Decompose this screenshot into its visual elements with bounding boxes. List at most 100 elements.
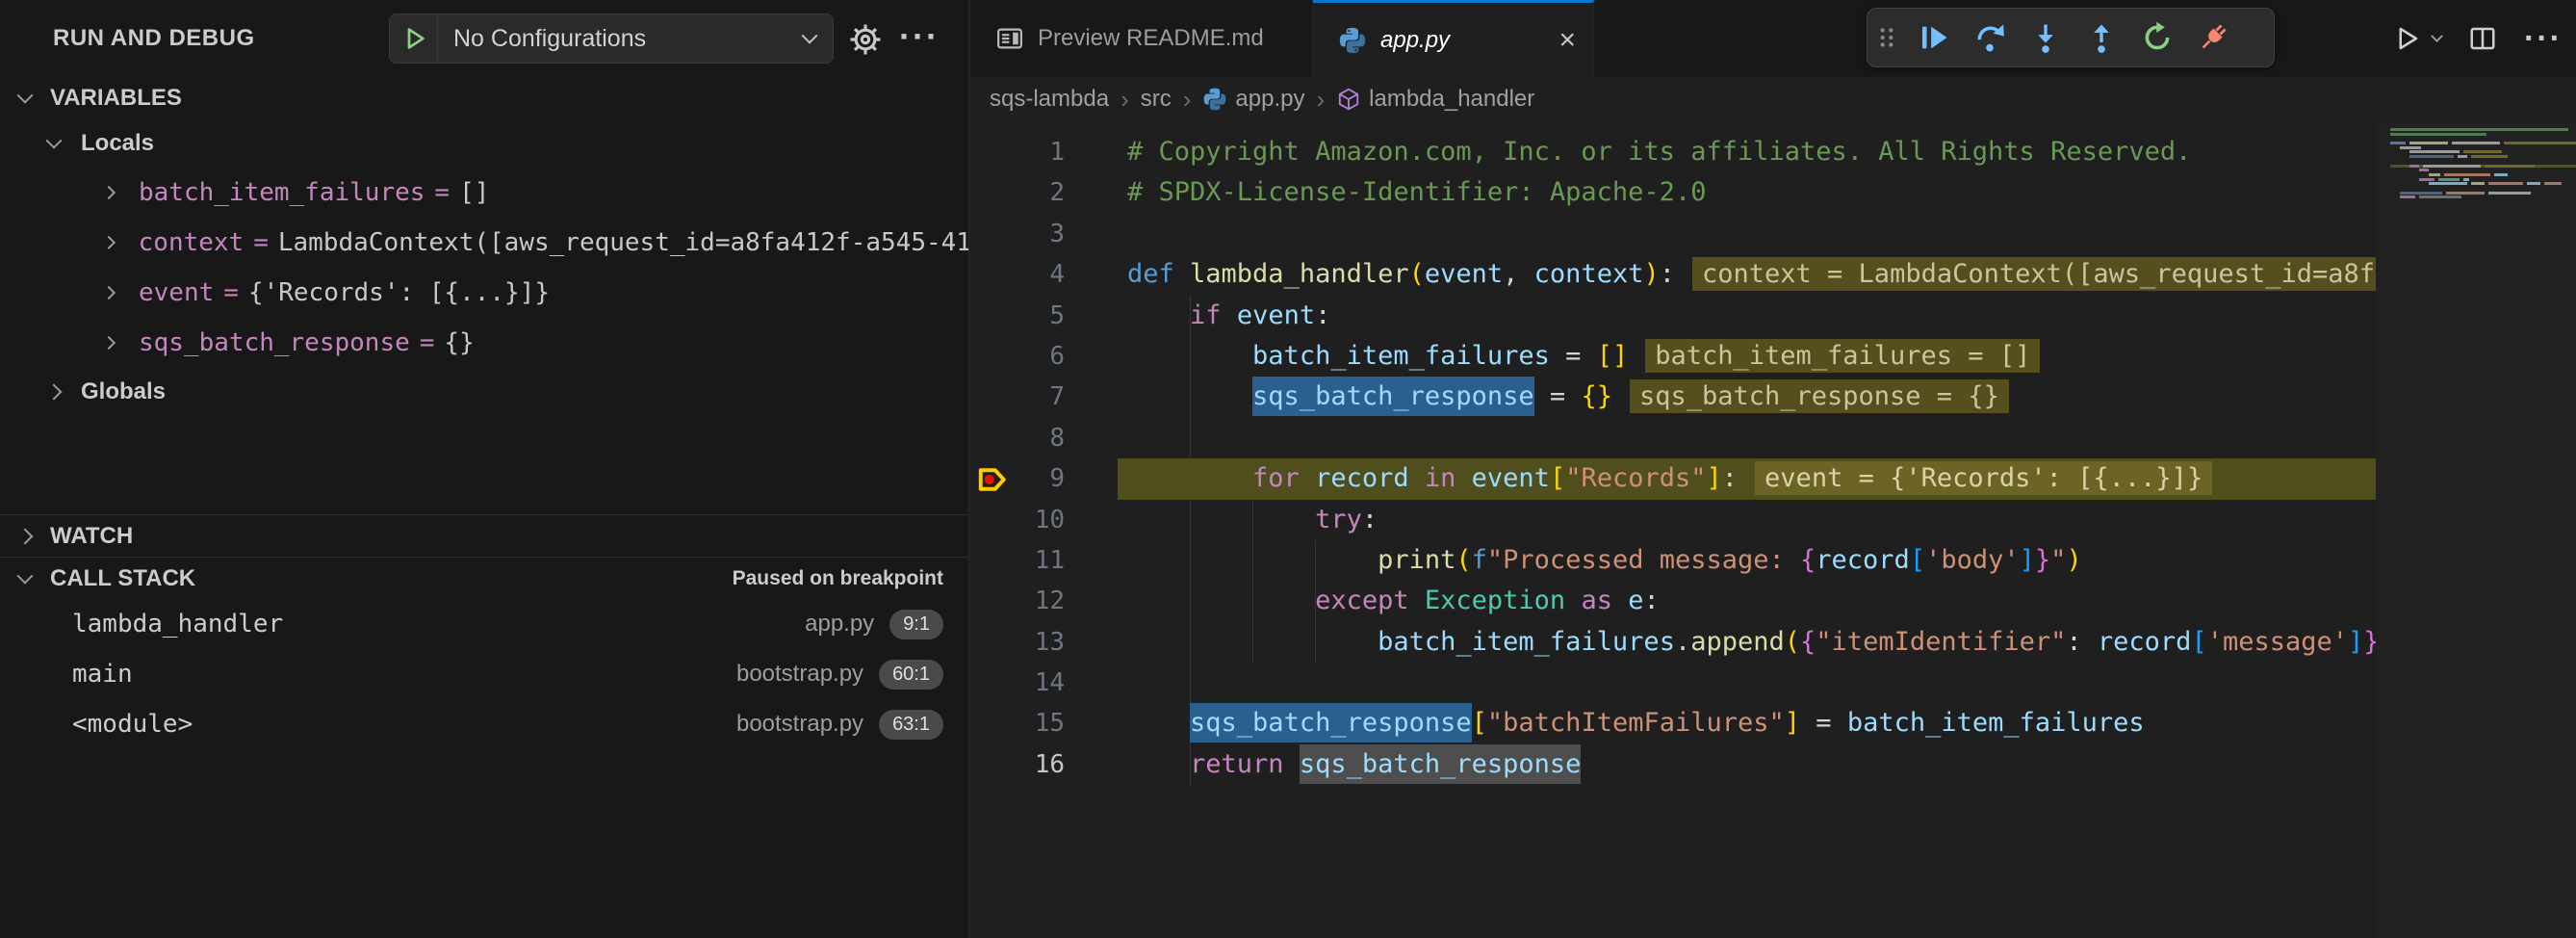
minimap-line <box>2390 128 2576 131</box>
minimap-line <box>2390 146 2576 149</box>
gear-icon[interactable] <box>847 21 884 58</box>
continue-button[interactable] <box>1906 9 1962 66</box>
breadcrumb-item-folder[interactable]: src <box>1141 86 1172 113</box>
step-out-button[interactable] <box>2074 9 2129 66</box>
scope-row-locals[interactable]: Locals <box>0 119 968 168</box>
views-more-actions-button[interactable]: ··· <box>899 0 940 73</box>
code-line-14[interactable]: 14 <box>970 663 2376 703</box>
debug-inline-value: batch_item_failures = [] <box>1645 339 2040 373</box>
code-editor[interactable]: 1# Copyright Amazon.com, Inc. or its aff… <box>970 121 2376 938</box>
variable-name: event <box>139 278 214 307</box>
continue-icon <box>1918 21 1950 54</box>
code-text: sqs_batch_response = {}sqs_batch_respons… <box>970 377 2376 417</box>
more-actions-icon[interactable]: ··· <box>2524 20 2563 58</box>
start-debugging-button[interactable] <box>390 14 438 63</box>
run-python-file-button[interactable] <box>2392 24 2441 53</box>
call-stack-frame[interactable]: mainbootstrap.py60:1 <box>0 649 968 699</box>
minimap-line <box>2390 178 2576 181</box>
restart-button[interactable] <box>2129 9 2185 66</box>
code-text: # Copyright Amazon.com, Inc. or its affi… <box>970 132 2376 172</box>
variable-row[interactable]: batch_item_failures=[] <box>0 168 968 218</box>
code-text: batch_item_failures = []batch_item_failu… <box>970 336 2376 377</box>
equals-sign: = <box>420 328 435 357</box>
code-line-12[interactable]: 12 except Exception as e: <box>970 581 2376 621</box>
frame-file-label: app.py <box>805 611 874 638</box>
watch-section-header[interactable]: WATCH <box>0 514 968 557</box>
watch-header-label: WATCH <box>50 523 133 550</box>
equals-sign: = <box>223 278 239 307</box>
step-out-icon <box>2085 21 2118 54</box>
run-and-debug-sidebar: RUN AND DEBUG No Configurations ··· VARI… <box>0 0 969 938</box>
variable-row[interactable]: sqs_batch_response={} <box>0 318 968 368</box>
code-line-10[interactable]: 10 try: <box>970 500 2376 540</box>
code-text: for record in event["Records"]:event = {… <box>970 458 2376 499</box>
call-stack-frame[interactable]: <module>bootstrap.py63:1 <box>0 699 968 749</box>
frame-location: app.py9:1 <box>805 610 943 639</box>
chevron-down-icon <box>2431 30 2443 42</box>
code-line-3[interactable]: 3 <box>970 214 2376 254</box>
breadcrumb-item-folder[interactable]: sqs-lambda <box>990 86 1109 113</box>
code-line-15[interactable]: 15 sqs_batch_response["batchItemFailures… <box>970 703 2376 743</box>
sidebar-title: RUN AND DEBUG <box>53 0 255 77</box>
step-over-button[interactable] <box>1962 9 2018 66</box>
split-editor-icon <box>2468 24 2497 53</box>
code-line-1[interactable]: 1# Copyright Amazon.com, Inc. or its aff… <box>970 132 2376 172</box>
python-icon <box>1338 26 1367 55</box>
frame-line-badge: 60:1 <box>879 660 943 690</box>
minimap-line <box>2390 195 2576 198</box>
code-line-7[interactable]: 7 sqs_batch_response = {}sqs_batch_respo… <box>970 377 2376 417</box>
close-icon[interactable]: × <box>1558 24 1576 57</box>
equals-sign: = <box>434 178 450 207</box>
code-line-2[interactable]: 2# SPDX-License-Identifier: Apache-2.0 <box>970 172 2376 213</box>
code-line-5[interactable]: 5 if event: <box>970 296 2376 336</box>
drag-grip-icon[interactable] <box>1868 9 1906 66</box>
step-into-button[interactable] <box>2018 9 2074 66</box>
code-line-11[interactable]: 11 print(f"Processed message: {record['b… <box>970 540 2376 581</box>
minimap-line <box>2390 137 2576 140</box>
sidebar-titlebar: RUN AND DEBUG No Configurations ··· <box>0 0 968 77</box>
minimap-line <box>2390 173 2576 176</box>
debug-configuration-dropdown[interactable]: No Configurations <box>389 13 834 64</box>
variable-name: batch_item_failures <box>139 178 425 207</box>
variable-value: {} <box>444 328 474 357</box>
line-number: 14 <box>1009 663 1065 703</box>
call-stack-list: lambda_handlerapp.py9:1mainbootstrap.py6… <box>0 599 968 749</box>
code-line-13[interactable]: 13 batch_item_failures.append({"itemIden… <box>970 622 2376 663</box>
code-text: batch_item_failures.append({"itemIdentif… <box>970 622 2376 663</box>
run-icon <box>2392 24 2421 53</box>
code-line-8[interactable]: 8 <box>970 418 2376 458</box>
code-text: # SPDX-License-Identifier: Apache-2.0 <box>970 172 2376 213</box>
editor-tab-bar: Preview README.md app.py × <box>970 0 2576 77</box>
code-text: sqs_batch_response["batchItemFailures"] … <box>970 703 2376 743</box>
variable-value: {'Records': [{...}]} <box>248 278 550 307</box>
split-editor-button[interactable] <box>2468 24 2497 53</box>
variables-section-header[interactable]: VARIABLES <box>0 77 968 119</box>
variable-row[interactable]: context=LambdaContext([aws_request_id=a8… <box>0 218 968 268</box>
code-text: try: <box>970 500 2376 540</box>
variable-row[interactable]: event = {'Records': [{...}]} <box>0 268 968 318</box>
disconnect-button[interactable] <box>2185 9 2241 66</box>
chevron-down-icon <box>17 567 34 584</box>
tab-app-py[interactable]: app.py × <box>1313 0 1594 77</box>
call-stack-section-header[interactable]: CALL STACK Paused on breakpoint <box>0 557 968 599</box>
editor-group: Preview README.md app.py × <box>970 0 2576 938</box>
breadcrumb-item-file[interactable]: app.py <box>1202 86 1304 113</box>
scope-row-globals[interactable]: Globals <box>0 368 968 416</box>
code-line-9[interactable]: 9 for record in event["Records"]:event =… <box>970 458 2376 499</box>
code-line-16[interactable]: 16 return sqs_batch_response <box>970 744 2376 785</box>
editor-right-rail <box>2376 121 2576 938</box>
code-line-4[interactable]: 4def lambda_handler(event, context):cont… <box>970 254 2376 295</box>
tab-preview-readme[interactable]: Preview README.md <box>970 0 1313 77</box>
minimap[interactable] <box>2390 128 2576 215</box>
code-line-6[interactable]: 6 batch_item_failures = []batch_item_fai… <box>970 336 2376 377</box>
call-stack-frame[interactable]: lambda_handlerapp.py9:1 <box>0 599 968 649</box>
minimap-line <box>2390 182 2576 185</box>
debug-inline-value: context = LambdaContext([aws_request_id=… <box>1692 257 2376 291</box>
tab-label: app.py <box>1380 27 1450 54</box>
chevron-right-icon <box>102 336 116 350</box>
tab-label: Preview README.md <box>1038 25 1264 52</box>
disconnect-icon <box>2197 21 2229 54</box>
python-icon <box>1202 87 1227 112</box>
frame-file-label: bootstrap.py <box>736 711 863 738</box>
breadcrumb-item-symbol[interactable]: lambda_handler <box>1336 86 1534 113</box>
